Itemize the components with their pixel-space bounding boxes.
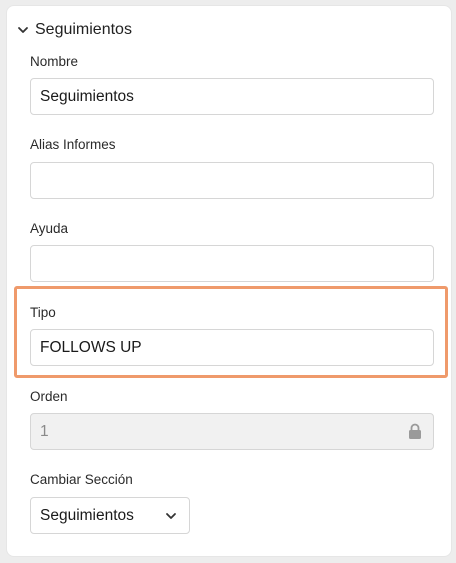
- chevron-down-icon: [166, 512, 176, 519]
- orden-label: Orden: [30, 389, 68, 404]
- lock-icon: [409, 423, 421, 439]
- cambiar-seccion-select[interactable]: Seguimientos: [30, 497, 190, 534]
- alias-field-group: Alias Informes: [30, 137, 434, 199]
- section-title: Seguimientos: [35, 21, 132, 38]
- cambiar-seccion-field-group: Cambiar Sección Seguimientos: [30, 472, 434, 534]
- alias-input[interactable]: [30, 162, 434, 199]
- orden-field-group: Orden: [30, 389, 434, 450]
- orden-input: [30, 413, 434, 450]
- ayuda-field-group: Ayuda: [30, 221, 434, 282]
- ayuda-input[interactable]: [30, 245, 434, 282]
- section-header-toggle[interactable]: Seguimientos: [17, 20, 132, 40]
- ayuda-label: Ayuda: [30, 221, 69, 236]
- tipo-input[interactable]: [30, 329, 434, 366]
- alias-label: Alias Informes: [30, 137, 116, 152]
- nombre-input[interactable]: [30, 78, 434, 115]
- section-panel: Seguimientos Nombre Alias Informes Ayuda…: [6, 5, 452, 557]
- cambiar-seccion-selected-value: Seguimientos: [40, 506, 134, 524]
- cambiar-seccion-label: Cambiar Sección: [30, 472, 133, 487]
- tipo-label: Tipo: [30, 305, 56, 320]
- nombre-label: Nombre: [30, 54, 79, 69]
- chevron-down-icon[interactable]: [17, 24, 29, 36]
- tipo-field-group: Tipo: [30, 305, 434, 366]
- orden-input-wrapper: [30, 413, 434, 450]
- nombre-field-group: Nombre: [30, 54, 434, 115]
